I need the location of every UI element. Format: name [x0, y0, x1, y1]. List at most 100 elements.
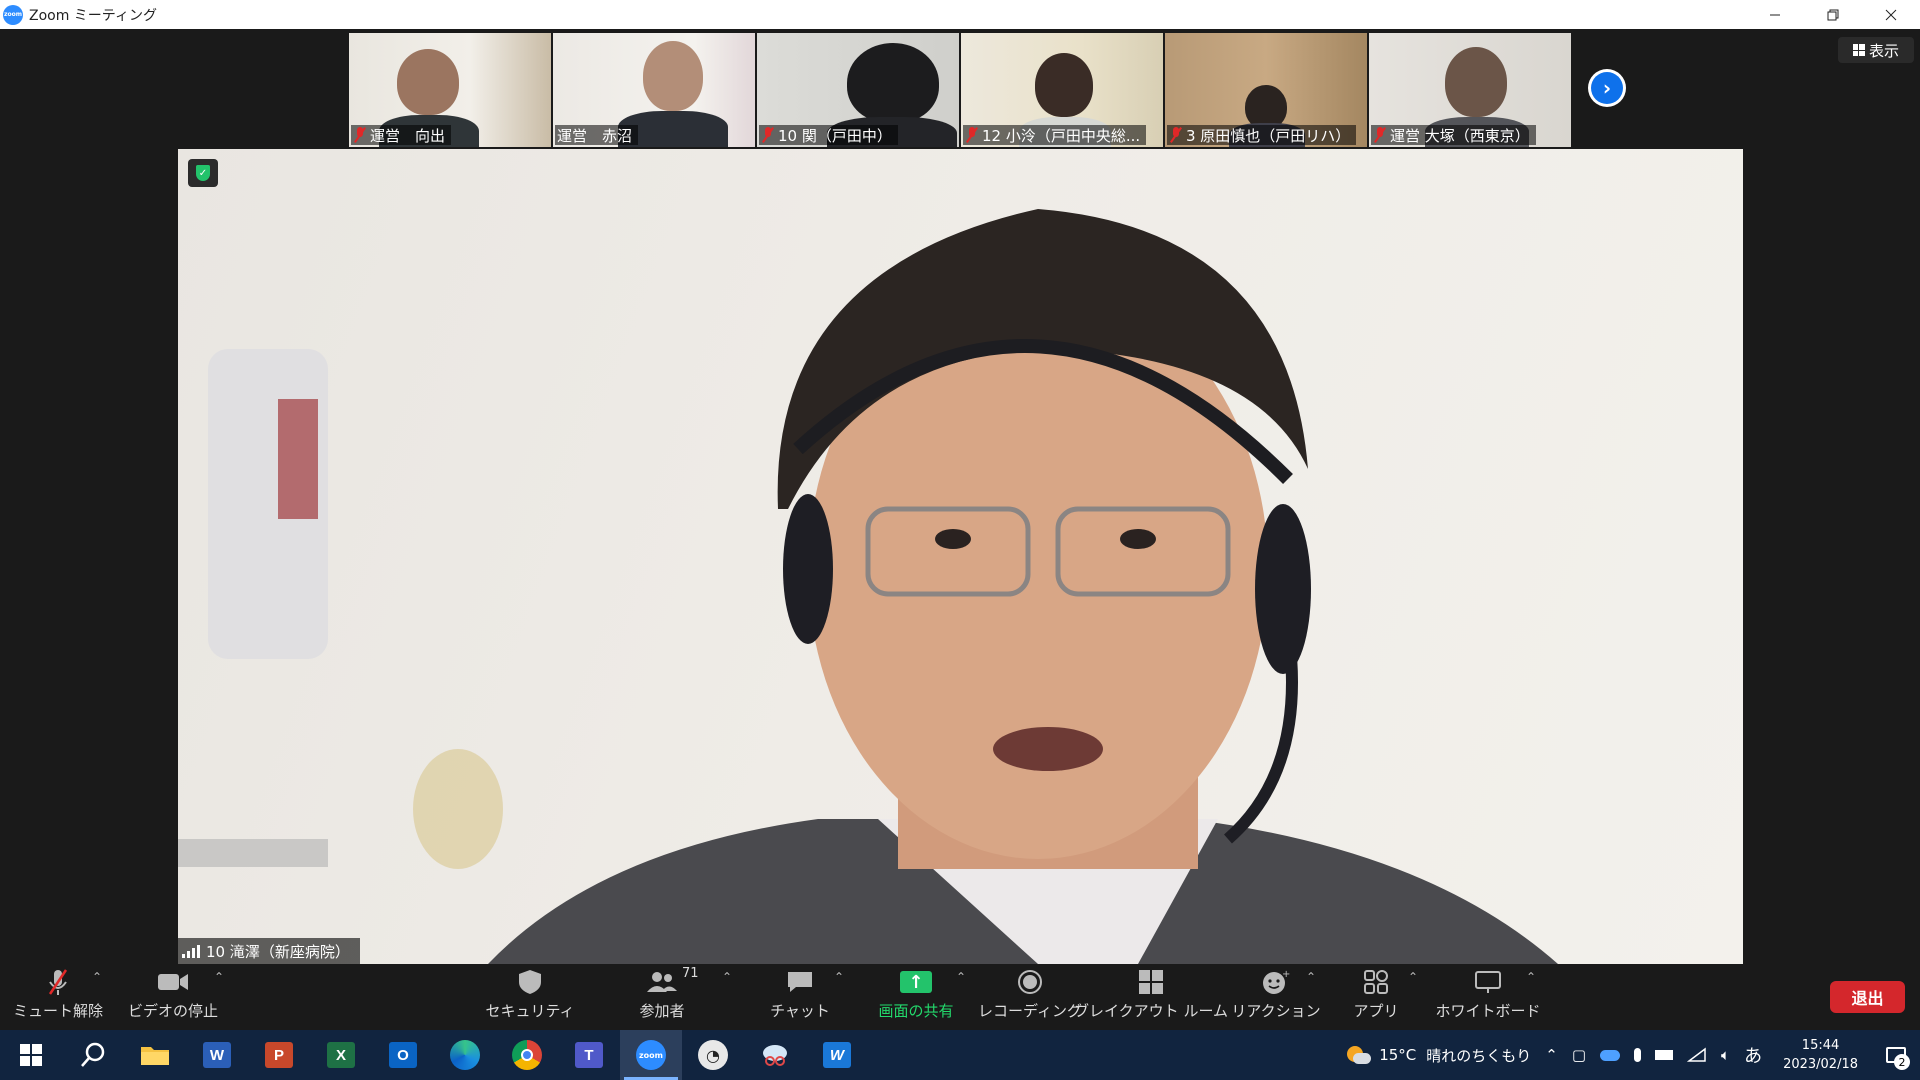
close-button[interactable]	[1862, 0, 1920, 29]
chat-bubble-icon	[786, 964, 814, 1000]
mic-muted-icon	[1169, 127, 1183, 143]
chevron-right-icon: ›	[1591, 72, 1623, 104]
right-eye	[1120, 529, 1156, 549]
apps-icon	[1363, 964, 1389, 1000]
whiteboard-icon	[1474, 964, 1502, 1000]
speaker-mouth	[993, 727, 1103, 771]
taskbar-writer[interactable]: W	[806, 1030, 868, 1080]
share-options-caret[interactable]: ⌃	[956, 970, 966, 984]
powerpoint-icon: P	[265, 1042, 293, 1068]
taskbar-snipping-tool[interactable]	[744, 1030, 806, 1080]
share-screen-label: 画面の共有	[878, 1002, 954, 1020]
taskbar-clock-app[interactable]: ◔	[682, 1030, 744, 1080]
taskbar-chrome[interactable]	[496, 1030, 558, 1080]
svg-text:+: +	[1282, 969, 1290, 980]
reactions-label: リアクション	[1231, 1002, 1321, 1020]
outlook-icon: O	[389, 1042, 417, 1068]
chat-options-caret[interactable]: ⌃	[834, 970, 844, 984]
leave-meeting-button[interactable]: 退出	[1830, 981, 1905, 1013]
audio-options-caret[interactable]: ⌃	[92, 970, 102, 984]
partly-cloudy-icon	[1345, 1044, 1372, 1066]
participant-thumbnail[interactable]: 10 関（戸田中）	[757, 33, 959, 147]
notification-center-button[interactable]: 2	[1872, 1030, 1920, 1080]
ime-indicator[interactable]: あ	[1737, 1042, 1769, 1068]
windows-start-button[interactable]	[0, 1030, 62, 1080]
participant-name-tag: 運営 赤沼	[555, 125, 639, 145]
minimize-button[interactable]	[1746, 0, 1804, 29]
participant-face	[643, 41, 703, 111]
taskbar-clock[interactable]: 15:44 2023/02/18	[1769, 1036, 1872, 1074]
stop-video-button[interactable]: ビデオの停止	[128, 964, 218, 1030]
participant-name: 運営 赤沼	[557, 126, 633, 145]
taskbar-excel[interactable]: X	[310, 1030, 372, 1080]
taskbar-zoom[interactable]: zoom	[620, 1030, 682, 1080]
taskbar-teams[interactable]: T	[558, 1030, 620, 1080]
taskbar-powerpoint[interactable]: P	[248, 1030, 310, 1080]
participant-thumbnail[interactable]: 運営 赤沼	[553, 33, 755, 147]
taskbar-word[interactable]: W	[186, 1030, 248, 1080]
chrome-icon	[512, 1040, 542, 1070]
participant-name: 運営 向出	[370, 126, 446, 145]
meet-now-icon[interactable]: ▢	[1565, 1046, 1593, 1064]
whiteboard-button[interactable]: ホワイトボード	[1436, 964, 1541, 1030]
participant-thumbnail[interactable]: 12 小泠（戸田中央総...	[961, 33, 1163, 147]
windows-logo-icon	[20, 1044, 42, 1066]
breakout-rooms-icon	[1138, 964, 1164, 1000]
clock-date: 2023/02/18	[1783, 1057, 1858, 1072]
stop-video-label: ビデオの停止	[128, 1002, 219, 1020]
speaker-video-feed	[178, 209, 1558, 964]
participant-thumbnail[interactable]: 運営 向出	[349, 33, 551, 147]
mic-muted-icon	[761, 127, 775, 143]
participant-thumbnail[interactable]: 3 原田慎也（戸田リハ）	[1165, 33, 1367, 147]
reactions-button[interactable]: + リアクション	[1231, 964, 1320, 1030]
security-button[interactable]: セキュリティ	[485, 964, 575, 1030]
bottle	[413, 749, 503, 869]
participants-count: 71	[682, 966, 699, 981]
taskbar-edge[interactable]	[434, 1030, 496, 1080]
excel-icon: X	[327, 1042, 355, 1068]
participant-thumbnail[interactable]: 運営 大塚（西東京）	[1369, 33, 1571, 147]
left-eye	[935, 529, 971, 549]
chat-button[interactable]: チャット	[760, 964, 840, 1030]
battery-icon[interactable]	[1648, 1050, 1680, 1060]
onedrive-cloud-icon[interactable]	[1593, 1049, 1627, 1061]
participant-name: 3 原田慎也（戸田リハ）	[1186, 126, 1351, 145]
restore-button[interactable]	[1804, 0, 1862, 29]
encryption-shield-icon[interactable]: ✓	[188, 159, 218, 187]
apps-button[interactable]: アプリ	[1346, 964, 1406, 1030]
meeting-toolbar: ミュート解除 ⌃ ビデオの停止 ⌃ セキュリティ 71 参加者 ⌃ チャット ⌃…	[0, 964, 1920, 1030]
breakout-rooms-button[interactable]: ブレイクアウト ルーム	[1074, 964, 1228, 1030]
active-speaker-video: ✓ 10 滝澤（新座病院）	[178, 149, 1743, 964]
taskbar-search-button[interactable]	[62, 1030, 124, 1080]
zoom-logo-icon: zoom	[3, 4, 23, 25]
taskbar-file-explorer[interactable]	[124, 1030, 186, 1080]
participant-name-tag: 10 関（戸田中）	[759, 125, 898, 145]
clock-app-icon: ◔	[698, 1040, 728, 1070]
connection-signal-icon	[182, 944, 200, 958]
apps-options-caret[interactable]: ⌃	[1408, 970, 1418, 984]
participants-label: 参加者	[639, 1002, 685, 1020]
weather-widget[interactable]: 15°C 晴れのちくもり	[1338, 1044, 1538, 1066]
search-icon	[81, 1042, 105, 1067]
participants-options-caret[interactable]: ⌃	[722, 970, 732, 984]
taskbar-outlook[interactable]: O	[372, 1030, 434, 1080]
record-icon	[1017, 964, 1043, 1000]
reactions-options-caret[interactable]: ⌃	[1306, 970, 1316, 984]
window-title: Zoom ミーティング	[29, 7, 157, 24]
share-screen-button[interactable]: ↑ 画面の共有	[870, 964, 962, 1030]
record-button[interactable]: レコーディング	[978, 964, 1082, 1030]
microphone-icon[interactable]	[1627, 1048, 1648, 1062]
participant-name-tag: 運営 向出	[351, 125, 452, 145]
breakout-rooms-label: ブレイクアウト ルーム	[1073, 1002, 1229, 1020]
wifi-icon[interactable]	[1680, 1047, 1714, 1063]
whiteboard-options-caret[interactable]: ⌃	[1526, 970, 1536, 984]
participants-button[interactable]: 71 参加者	[622, 964, 702, 1030]
tray-overflow-chevron-icon[interactable]: ⌃	[1538, 1046, 1565, 1064]
weather-temperature: 15°C	[1379, 1046, 1417, 1064]
video-options-caret[interactable]: ⌃	[214, 970, 224, 984]
volume-icon[interactable]: 🔈︎	[1714, 1046, 1737, 1064]
view-button[interactable]: 表示	[1838, 37, 1914, 63]
meeting-area: 運営 向出 運営 赤沼 10 関（戸田中） 12 小泠（戸田中央総... 3 原…	[0, 29, 1920, 964]
window-titlebar: zoom Zoom ミーティング	[0, 0, 1920, 29]
next-page-button[interactable]: ›	[1588, 69, 1626, 107]
